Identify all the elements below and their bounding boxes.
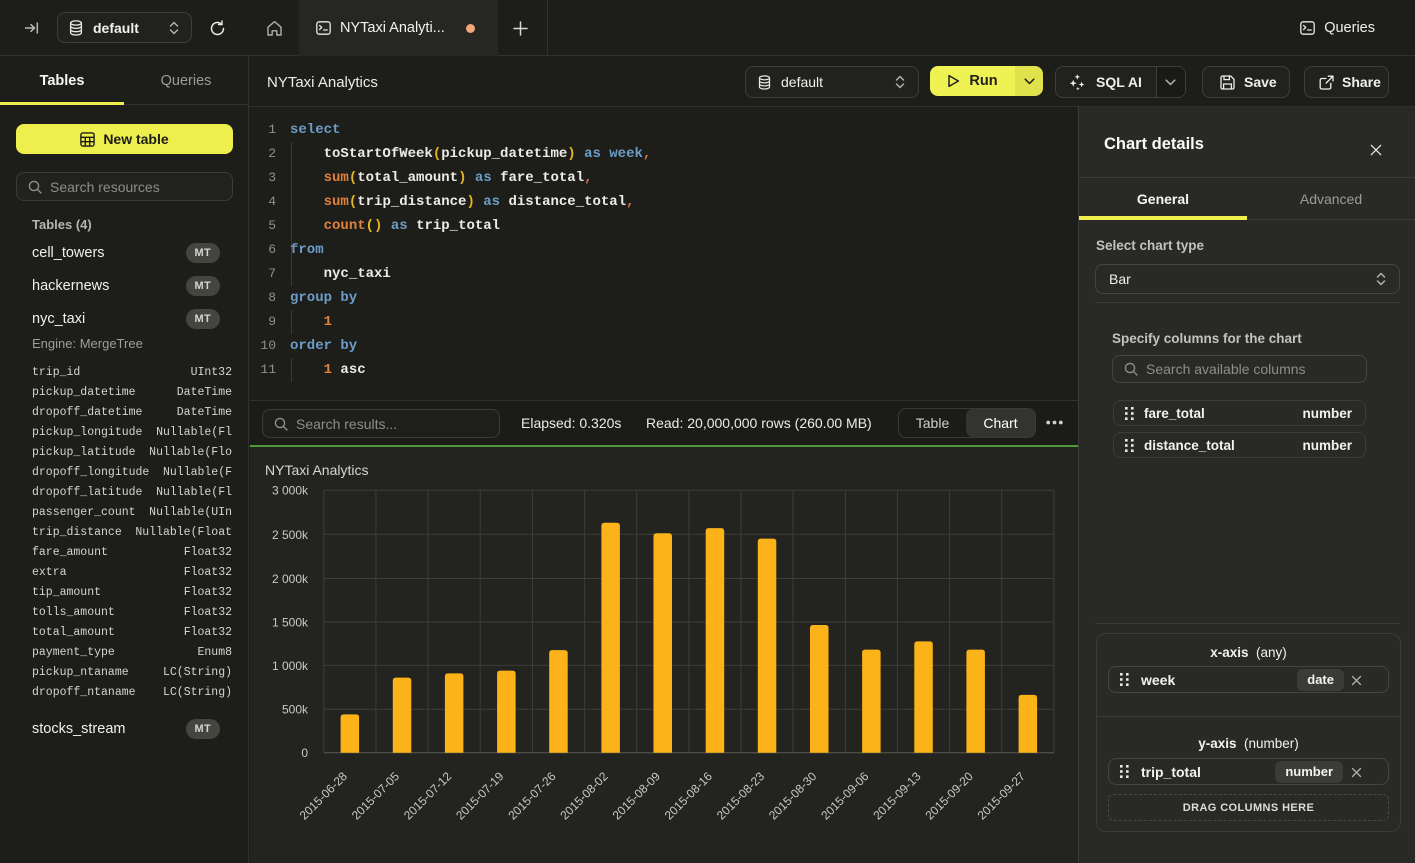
svg-text:2015-06-28: 2015-06-28 — [297, 769, 351, 823]
svg-text:2015-09-06: 2015-09-06 — [818, 769, 872, 823]
svg-text:2015-09-13: 2015-09-13 — [870, 769, 924, 823]
svg-text:NYTaxi Analytics: NYTaxi Analytics — [265, 462, 368, 478]
svg-text:2015-08-30: 2015-08-30 — [766, 769, 820, 823]
svg-text:2015-07-05: 2015-07-05 — [349, 769, 403, 823]
svg-text:2 000k: 2 000k — [272, 572, 309, 586]
svg-text:2015-08-23: 2015-08-23 — [714, 769, 768, 823]
svg-text:1 500k: 1 500k — [272, 616, 309, 630]
svg-text:500k: 500k — [282, 703, 309, 717]
svg-text:2015-08-09: 2015-08-09 — [610, 769, 664, 823]
svg-text:2015-07-19: 2015-07-19 — [453, 769, 507, 823]
svg-text:3 000k: 3 000k — [272, 484, 309, 498]
svg-text:0: 0 — [301, 746, 308, 760]
svg-text:2015-07-26: 2015-07-26 — [505, 769, 559, 823]
svg-text:2015-08-16: 2015-08-16 — [662, 769, 716, 823]
svg-text:2015-08-02: 2015-08-02 — [557, 769, 611, 823]
svg-text:2015-09-20: 2015-09-20 — [923, 769, 977, 823]
svg-text:2015-07-12: 2015-07-12 — [401, 769, 455, 823]
svg-text:2 500k: 2 500k — [272, 528, 309, 542]
svg-text:2015-09-27: 2015-09-27 — [975, 769, 1029, 823]
svg-text:1 000k: 1 000k — [272, 659, 309, 673]
